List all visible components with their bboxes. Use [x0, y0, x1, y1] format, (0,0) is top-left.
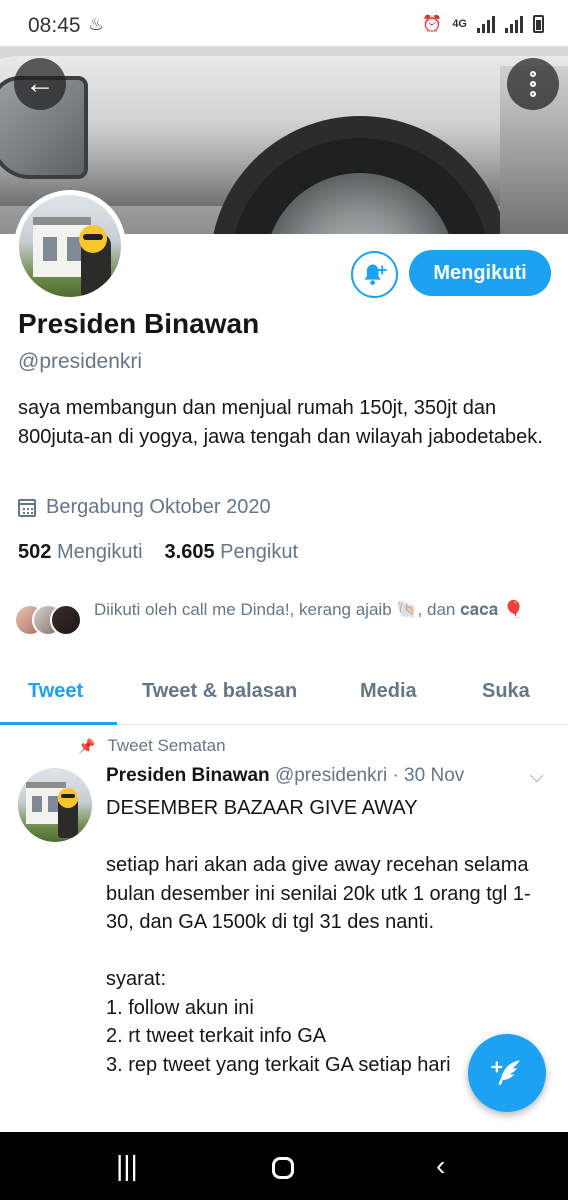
tweet-date: · 30 Nov: [392, 765, 465, 786]
pin-icon: 📌: [78, 737, 96, 754]
home-icon[interactable]: [272, 1150, 294, 1182]
battery-icon: [533, 15, 544, 33]
pinned-text: Tweet Sematan: [107, 736, 226, 755]
joined-date: Bergabung Oktober 2020: [18, 496, 271, 519]
profile-tabs: Tweet Tweet & balasan Media Suka: [0, 668, 568, 725]
active-tab-indicator: [0, 722, 117, 725]
profile-avatar[interactable]: [14, 190, 126, 302]
status-icons: ⏰ 4G: [422, 14, 544, 34]
following-label: Mengikuti: [56, 541, 143, 563]
profile-bio: saya membangun dan menjual rumah 150jt, …: [18, 397, 543, 448]
notification-icon: ♨: [88, 14, 105, 34]
signal-icon-2: [505, 15, 523, 33]
notification-bell-button[interactable]: [351, 251, 398, 298]
followers-label: Pengikut: [220, 541, 299, 563]
avatar-sunglasses-emoji: [58, 788, 78, 808]
pinned-label: 📌 Tweet Sematan: [78, 736, 226, 756]
tweet-header: Presiden Binawan @presidenkri · 30 Nov: [106, 765, 464, 787]
profile-handle: @presidenkri: [18, 350, 143, 373]
back-button[interactable]: ←: [14, 58, 66, 110]
followers-link[interactable]: 3.605 Pengikut: [165, 541, 298, 564]
calendar-icon: [18, 498, 36, 517]
tweet-text[interactable]: DESEMBER BAZAAR GIVE AWAY setiap hari ak…: [106, 794, 546, 1079]
followed-by-text: Diikuti oleh call me Dinda!, kerang ajai…: [94, 600, 525, 619]
profile-name: Presiden Binawan: [18, 308, 260, 339]
recent-apps-icon[interactable]: |||: [116, 1150, 138, 1182]
follower-avatar: [50, 604, 82, 636]
alarm-icon: ⏰: [422, 16, 443, 33]
back-arrow-icon: ←: [25, 67, 55, 100]
following-button[interactable]: Mengikuti: [409, 250, 551, 296]
followers-count: 3.605: [164, 541, 215, 563]
joined-label: Bergabung Oktober 2020: [46, 496, 271, 518]
avatar-image: [19, 195, 121, 297]
network-type: 4G: [452, 18, 467, 30]
following-count: 502: [18, 541, 52, 563]
tweet-handle: @presidenkri: [274, 765, 388, 786]
status-bar: 08:45 ♨ ⏰ 4G: [0, 0, 568, 46]
more-options-button[interactable]: [507, 58, 559, 110]
compose-tweet-button[interactable]: [468, 1034, 546, 1112]
more-vertical-icon: [530, 71, 536, 77]
following-link[interactable]: 502 Mengikuti: [18, 541, 143, 564]
tab-likes[interactable]: Suka: [482, 680, 530, 703]
tweet-avatar[interactable]: [18, 768, 92, 842]
followed-by[interactable]: Diikuti oleh call me Dinda!, kerang ajai…: [14, 598, 554, 648]
bell-plus-icon: [364, 264, 387, 285]
tab-tweet[interactable]: Tweet: [28, 680, 83, 703]
tweet-author[interactable]: Presiden Binawan: [106, 765, 270, 786]
android-nav-bar: ||| ‹: [0, 1132, 568, 1200]
signal-icon: [477, 15, 495, 33]
chevron-down-icon[interactable]: ⌵: [530, 766, 544, 787]
back-nav-icon[interactable]: ‹: [436, 1150, 445, 1182]
more-dot: [530, 91, 536, 97]
tab-tweet-replies[interactable]: Tweet & balasan: [142, 680, 297, 703]
compose-tweet-icon: [491, 1060, 520, 1086]
avatar-sunglasses-emoji: [79, 225, 107, 253]
follow-counts: 502 Mengikuti 3.605 Pengikut: [18, 541, 298, 564]
more-dot: [530, 81, 536, 87]
status-time: 08:45: [28, 14, 81, 37]
tab-media[interactable]: Media: [360, 680, 417, 703]
